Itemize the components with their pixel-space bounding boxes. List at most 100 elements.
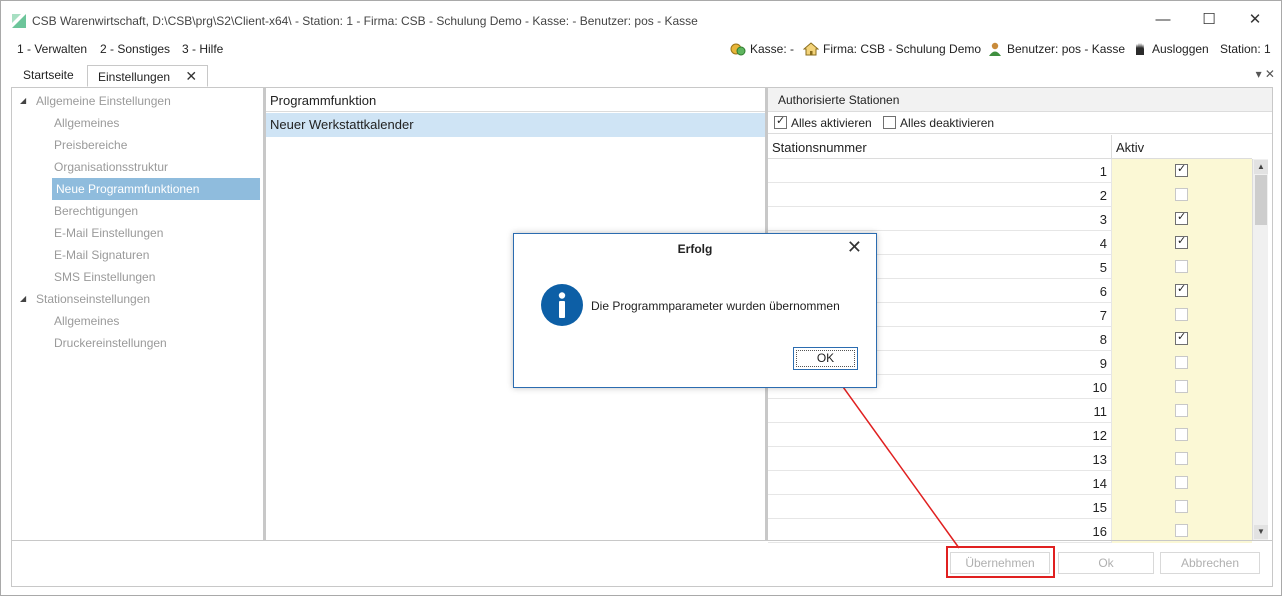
tree-item-neue-programmfunktionen[interactable]: Neue Programmfunktionen	[52, 178, 260, 200]
dialog-close-icon[interactable]: ✕	[847, 237, 862, 258]
stations-scrollbar[interactable]: ▲ ▼	[1252, 159, 1268, 540]
active-cell	[1112, 375, 1252, 399]
active-checkbox[interactable]	[1175, 282, 1188, 297]
status-kasse-label: Kasse: -	[750, 42, 795, 56]
active-checkbox[interactable]	[1175, 524, 1188, 537]
status-kasse[interactable]: Kasse: -	[730, 42, 794, 56]
dialog-message: Die Programmparameter wurden übernommen	[591, 299, 840, 313]
active-cell	[1112, 423, 1252, 447]
active-checkbox[interactable]	[1175, 234, 1188, 249]
menu-verwalten[interactable]: 1 - Verwalten	[17, 42, 87, 56]
station-number-cell: 12	[768, 423, 1112, 447]
logout-button[interactable]: Ausloggen	[1132, 42, 1209, 56]
active-checkbox[interactable]	[1175, 380, 1188, 393]
app-window: CSB Warenwirtschaft, D:\CSB\prg\S2\Clien…	[0, 0, 1282, 596]
table-row[interactable]: 12	[768, 423, 1252, 447]
table-row[interactable]: 2	[768, 183, 1252, 207]
tree-item-allgemeines[interactable]: Allgemeines	[54, 112, 119, 134]
close-window-button[interactable]: ✕	[1233, 7, 1277, 33]
collapse-icon[interactable]: ◢	[20, 96, 26, 105]
tree-item-station-allgemeines[interactable]: Allgemeines	[54, 310, 119, 332]
table-row[interactable]: 15	[768, 495, 1252, 519]
scroll-up-icon[interactable]: ▲	[1254, 160, 1268, 174]
tree-item-organisationsstruktur[interactable]: Organisationsstruktur	[54, 156, 168, 178]
active-cell	[1112, 495, 1252, 519]
active-checkbox[interactable]	[1175, 260, 1188, 273]
status-firma-label: Firma: CSB - Schulung Demo	[823, 42, 982, 56]
tree-group-allgemeine[interactable]: Allgemeine Einstellungen	[36, 90, 171, 112]
table-row[interactable]: 14	[768, 471, 1252, 495]
station-number-cell: 13	[768, 447, 1112, 471]
active-checkbox[interactable]	[1175, 308, 1188, 321]
status-firma[interactable]: Firma: CSB - Schulung Demo	[803, 42, 981, 56]
tab-close-icon[interactable]: ✕	[185, 68, 197, 84]
tree-item-druckereinstellungen[interactable]: Druckereinstellungen	[54, 332, 167, 354]
active-checkbox[interactable]	[1175, 452, 1188, 465]
active-checkbox[interactable]	[1175, 356, 1188, 369]
active-checkbox[interactable]	[1175, 476, 1188, 489]
user-icon	[989, 42, 1001, 56]
window-title: CSB Warenwirtschaft, D:\CSB\prg\S2\Clien…	[32, 14, 698, 28]
table-row[interactable]: 11	[768, 399, 1252, 423]
station-number-cell: 3	[768, 207, 1112, 231]
active-checkbox[interactable]	[1175, 428, 1188, 441]
stations-bulk-actions: Alles aktivieren Alles deaktivieren	[768, 112, 1272, 134]
column-header-aktiv[interactable]: Aktiv	[1112, 135, 1252, 159]
ok-button[interactable]: Ok	[1058, 552, 1154, 574]
status-benutzer[interactable]: Benutzer: pos - Kasse	[987, 42, 1125, 56]
active-checkbox[interactable]	[1175, 330, 1188, 345]
select-all-label: Alles aktivieren	[791, 116, 872, 130]
column-header-stationsnummer[interactable]: Stationsnummer	[768, 135, 1112, 159]
tree-item-email-einstellungen[interactable]: E-Mail Einstellungen	[54, 222, 163, 244]
menu-hilfe[interactable]: 3 - Hilfe	[182, 42, 223, 56]
success-dialog: Erfolg ✕ Die Programmparameter wurden üb…	[513, 233, 877, 388]
active-checkbox[interactable]	[1175, 404, 1188, 417]
dialog-ok-button[interactable]: OK	[793, 347, 858, 370]
hand-icon	[1136, 43, 1144, 55]
collapse-icon[interactable]: ◢	[20, 294, 26, 303]
active-cell	[1112, 279, 1252, 303]
dialog-title: Erfolg	[677, 242, 713, 256]
tree-item-preisbereiche[interactable]: Preisbereiche	[54, 134, 127, 156]
active-cell	[1112, 303, 1252, 327]
tree-group-stationseinstellungen[interactable]: Stationseinstellungen	[36, 288, 150, 310]
station-number-cell: 11	[768, 399, 1112, 423]
stations-grid-header: Stationsnummer Aktiv	[768, 135, 1252, 159]
cancel-button[interactable]: Abbrechen	[1160, 552, 1260, 574]
active-cell	[1112, 255, 1252, 279]
maximize-button[interactable]: ☐	[1187, 7, 1231, 33]
tree-item-sms-einstellungen[interactable]: SMS Einstellungen	[54, 266, 155, 288]
settings-tree: ◢ Allgemeine Einstellungen Allgemeines P…	[12, 88, 264, 540]
logout-label: Ausloggen	[1152, 42, 1209, 56]
tab-einstellungen-label: Einstellungen	[98, 70, 171, 84]
active-cell	[1112, 207, 1252, 231]
station-number-cell: 15	[768, 495, 1112, 519]
status-benutzer-label: Benutzer: pos - Kasse	[1007, 42, 1126, 56]
active-cell	[1112, 159, 1252, 183]
select-all-checkbox[interactable]	[774, 114, 787, 129]
active-checkbox[interactable]	[1175, 500, 1188, 513]
scroll-thumb[interactable]	[1255, 175, 1267, 225]
tab-overflow-controls[interactable]: ▾ ✕	[1256, 67, 1275, 81]
menu-sonstiges[interactable]: 2 - Sonstiges	[100, 42, 170, 56]
function-row[interactable]: Neuer Werkstattkalender	[266, 113, 765, 137]
cash-register-icon	[730, 43, 746, 56]
table-row[interactable]: 1	[768, 159, 1252, 183]
tree-item-berechtigungen[interactable]: Berechtigungen	[54, 200, 138, 222]
active-checkbox[interactable]	[1175, 162, 1188, 177]
active-checkbox[interactable]	[1175, 210, 1188, 225]
active-cell	[1112, 399, 1252, 423]
minimize-button[interactable]: —	[1141, 7, 1185, 33]
tab-bar: Startseite Einstellungen ✕ ▾ ✕	[1, 63, 1281, 87]
scroll-down-icon[interactable]: ▼	[1254, 525, 1268, 539]
deselect-all-checkbox[interactable]	[883, 116, 897, 129]
tab-einstellungen[interactable]: Einstellungen ✕	[87, 65, 209, 87]
table-row[interactable]: 13	[768, 447, 1252, 471]
tab-startseite[interactable]: Startseite	[13, 65, 84, 87]
footer-bar: Übernehmen Ok Abbrechen	[12, 540, 1272, 588]
column-header-programmfunktion: Programmfunktion	[266, 88, 765, 112]
tree-item-email-signaturen[interactable]: E-Mail Signaturen	[54, 244, 149, 266]
station-number-cell: 1	[768, 159, 1112, 183]
table-row[interactable]: 3	[768, 207, 1252, 231]
active-checkbox[interactable]	[1175, 188, 1188, 201]
